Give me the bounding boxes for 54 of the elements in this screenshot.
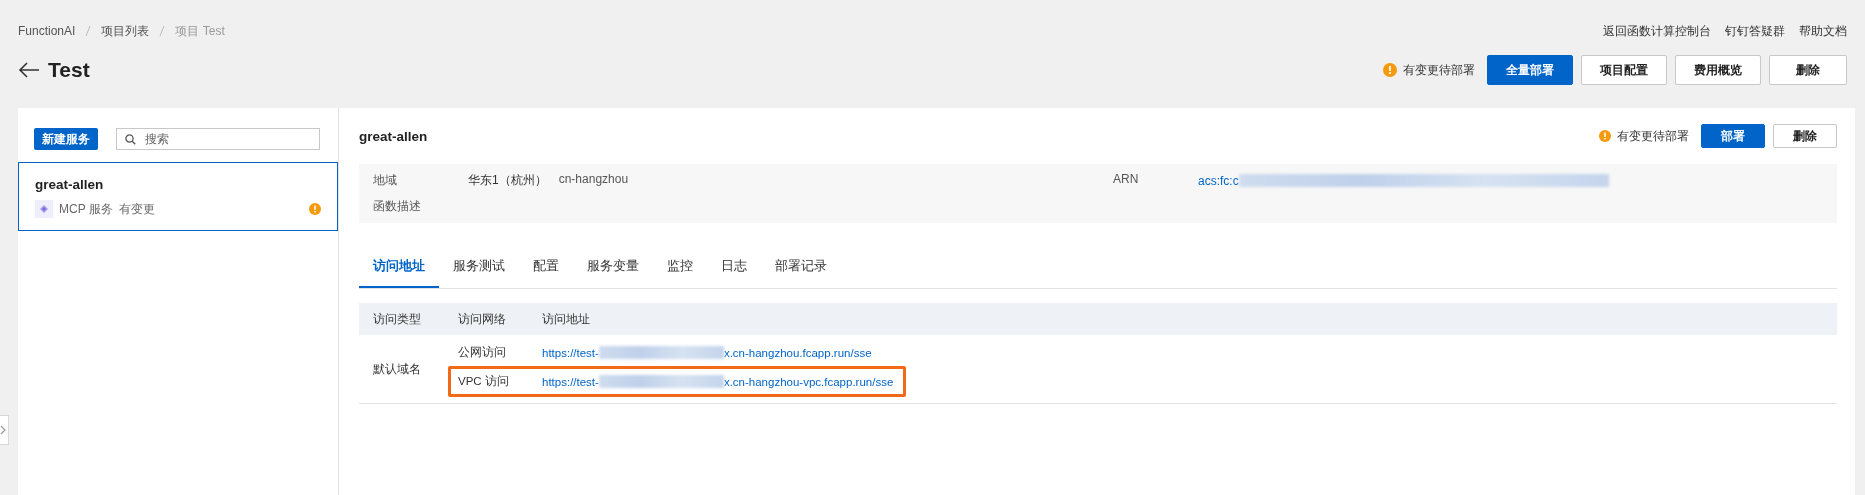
header-link[interactable]: 钉钉答疑群 bbox=[1725, 22, 1785, 40]
url-link[interactable]: https://test- bbox=[542, 346, 599, 359]
url-link[interactable]: x.cn-hangzhou.fcapp.run/sse bbox=[723, 346, 872, 359]
warning-icon bbox=[309, 203, 321, 215]
tab[interactable]: 服务测试 bbox=[439, 257, 519, 288]
tab[interactable]: 服务变量 bbox=[573, 257, 653, 288]
action-button[interactable]: 删除 bbox=[1769, 55, 1847, 85]
region-value: 华东1（杭州） bbox=[468, 172, 547, 189]
delete-button[interactable]: 删除 bbox=[1773, 124, 1837, 148]
separator-icon bbox=[159, 25, 166, 37]
back-arrow-icon[interactable] bbox=[18, 62, 40, 78]
service-card[interactable]: great-allen MCP 服务 有变更 bbox=[18, 162, 338, 231]
expand-handle[interactable] bbox=[0, 415, 9, 445]
field-label: 函数描述 bbox=[373, 198, 422, 215]
separator-icon bbox=[85, 25, 92, 37]
tab[interactable]: 配置 bbox=[519, 257, 573, 288]
search-field[interactable]: 搜索 bbox=[116, 128, 320, 150]
pending-changes-notice: 有变更待部署 bbox=[1403, 61, 1475, 79]
table-cell-text: VPC 访问 bbox=[458, 374, 510, 389]
tab[interactable]: 日志 bbox=[707, 257, 761, 288]
header-link[interactable]: 帮助文档 bbox=[1799, 22, 1847, 40]
warning-icon bbox=[1383, 63, 1397, 77]
tab[interactable]: 部署记录 bbox=[761, 257, 841, 288]
action-button[interactable]: 项目配置 bbox=[1581, 55, 1667, 85]
breadcrumb-item[interactable]: FunctionAI bbox=[18, 24, 76, 38]
column-header: 访问地址 bbox=[542, 311, 591, 327]
service-type: MCP 服务 bbox=[59, 200, 113, 218]
page-title: Test bbox=[48, 58, 90, 82]
table-cell-text: 默认域名 bbox=[373, 361, 422, 377]
service-name: great-allen bbox=[35, 177, 105, 192]
header-link[interactable]: 返回函数计算控制台 bbox=[1603, 22, 1711, 40]
tab[interactable]: 监控 bbox=[653, 257, 707, 288]
breadcrumb-item: 项目 Test bbox=[175, 22, 225, 40]
deploy-all-button[interactable]: 全量部署 bbox=[1487, 55, 1573, 85]
deploy-button[interactable]: 部署 bbox=[1701, 124, 1765, 148]
region-id: cn-hangzhou bbox=[558, 172, 629, 188]
service-title: great-allen bbox=[359, 128, 428, 144]
url-link[interactable]: x.cn-hangzhou-vpc.fcapp.run/sse bbox=[723, 375, 894, 388]
action-button[interactable]: 费用概览 bbox=[1675, 55, 1761, 85]
mcp-icon bbox=[35, 200, 53, 218]
field-label: ARN bbox=[1113, 172, 1140, 188]
warning-icon bbox=[1599, 130, 1611, 142]
chevron-right-icon bbox=[0, 425, 6, 435]
arn-link[interactable]: acs:fc:c bbox=[1198, 173, 1239, 188]
table-cell-text: 公网访问 bbox=[458, 345, 507, 360]
column-header: 访问类型 bbox=[373, 311, 422, 327]
pending-changes-notice: 有变更待部署 bbox=[1617, 127, 1689, 145]
tab[interactable]: 访问地址 bbox=[359, 257, 439, 288]
new-service-button[interactable]: 新建服务 bbox=[34, 128, 98, 150]
column-header: 访问网络 bbox=[458, 311, 507, 327]
service-status: 有变更 bbox=[118, 200, 155, 218]
breadcrumb-item[interactable]: 项目列表 bbox=[101, 22, 150, 40]
field-label: 地域 bbox=[373, 172, 398, 189]
url-link[interactable]: https://test- bbox=[542, 375, 599, 388]
